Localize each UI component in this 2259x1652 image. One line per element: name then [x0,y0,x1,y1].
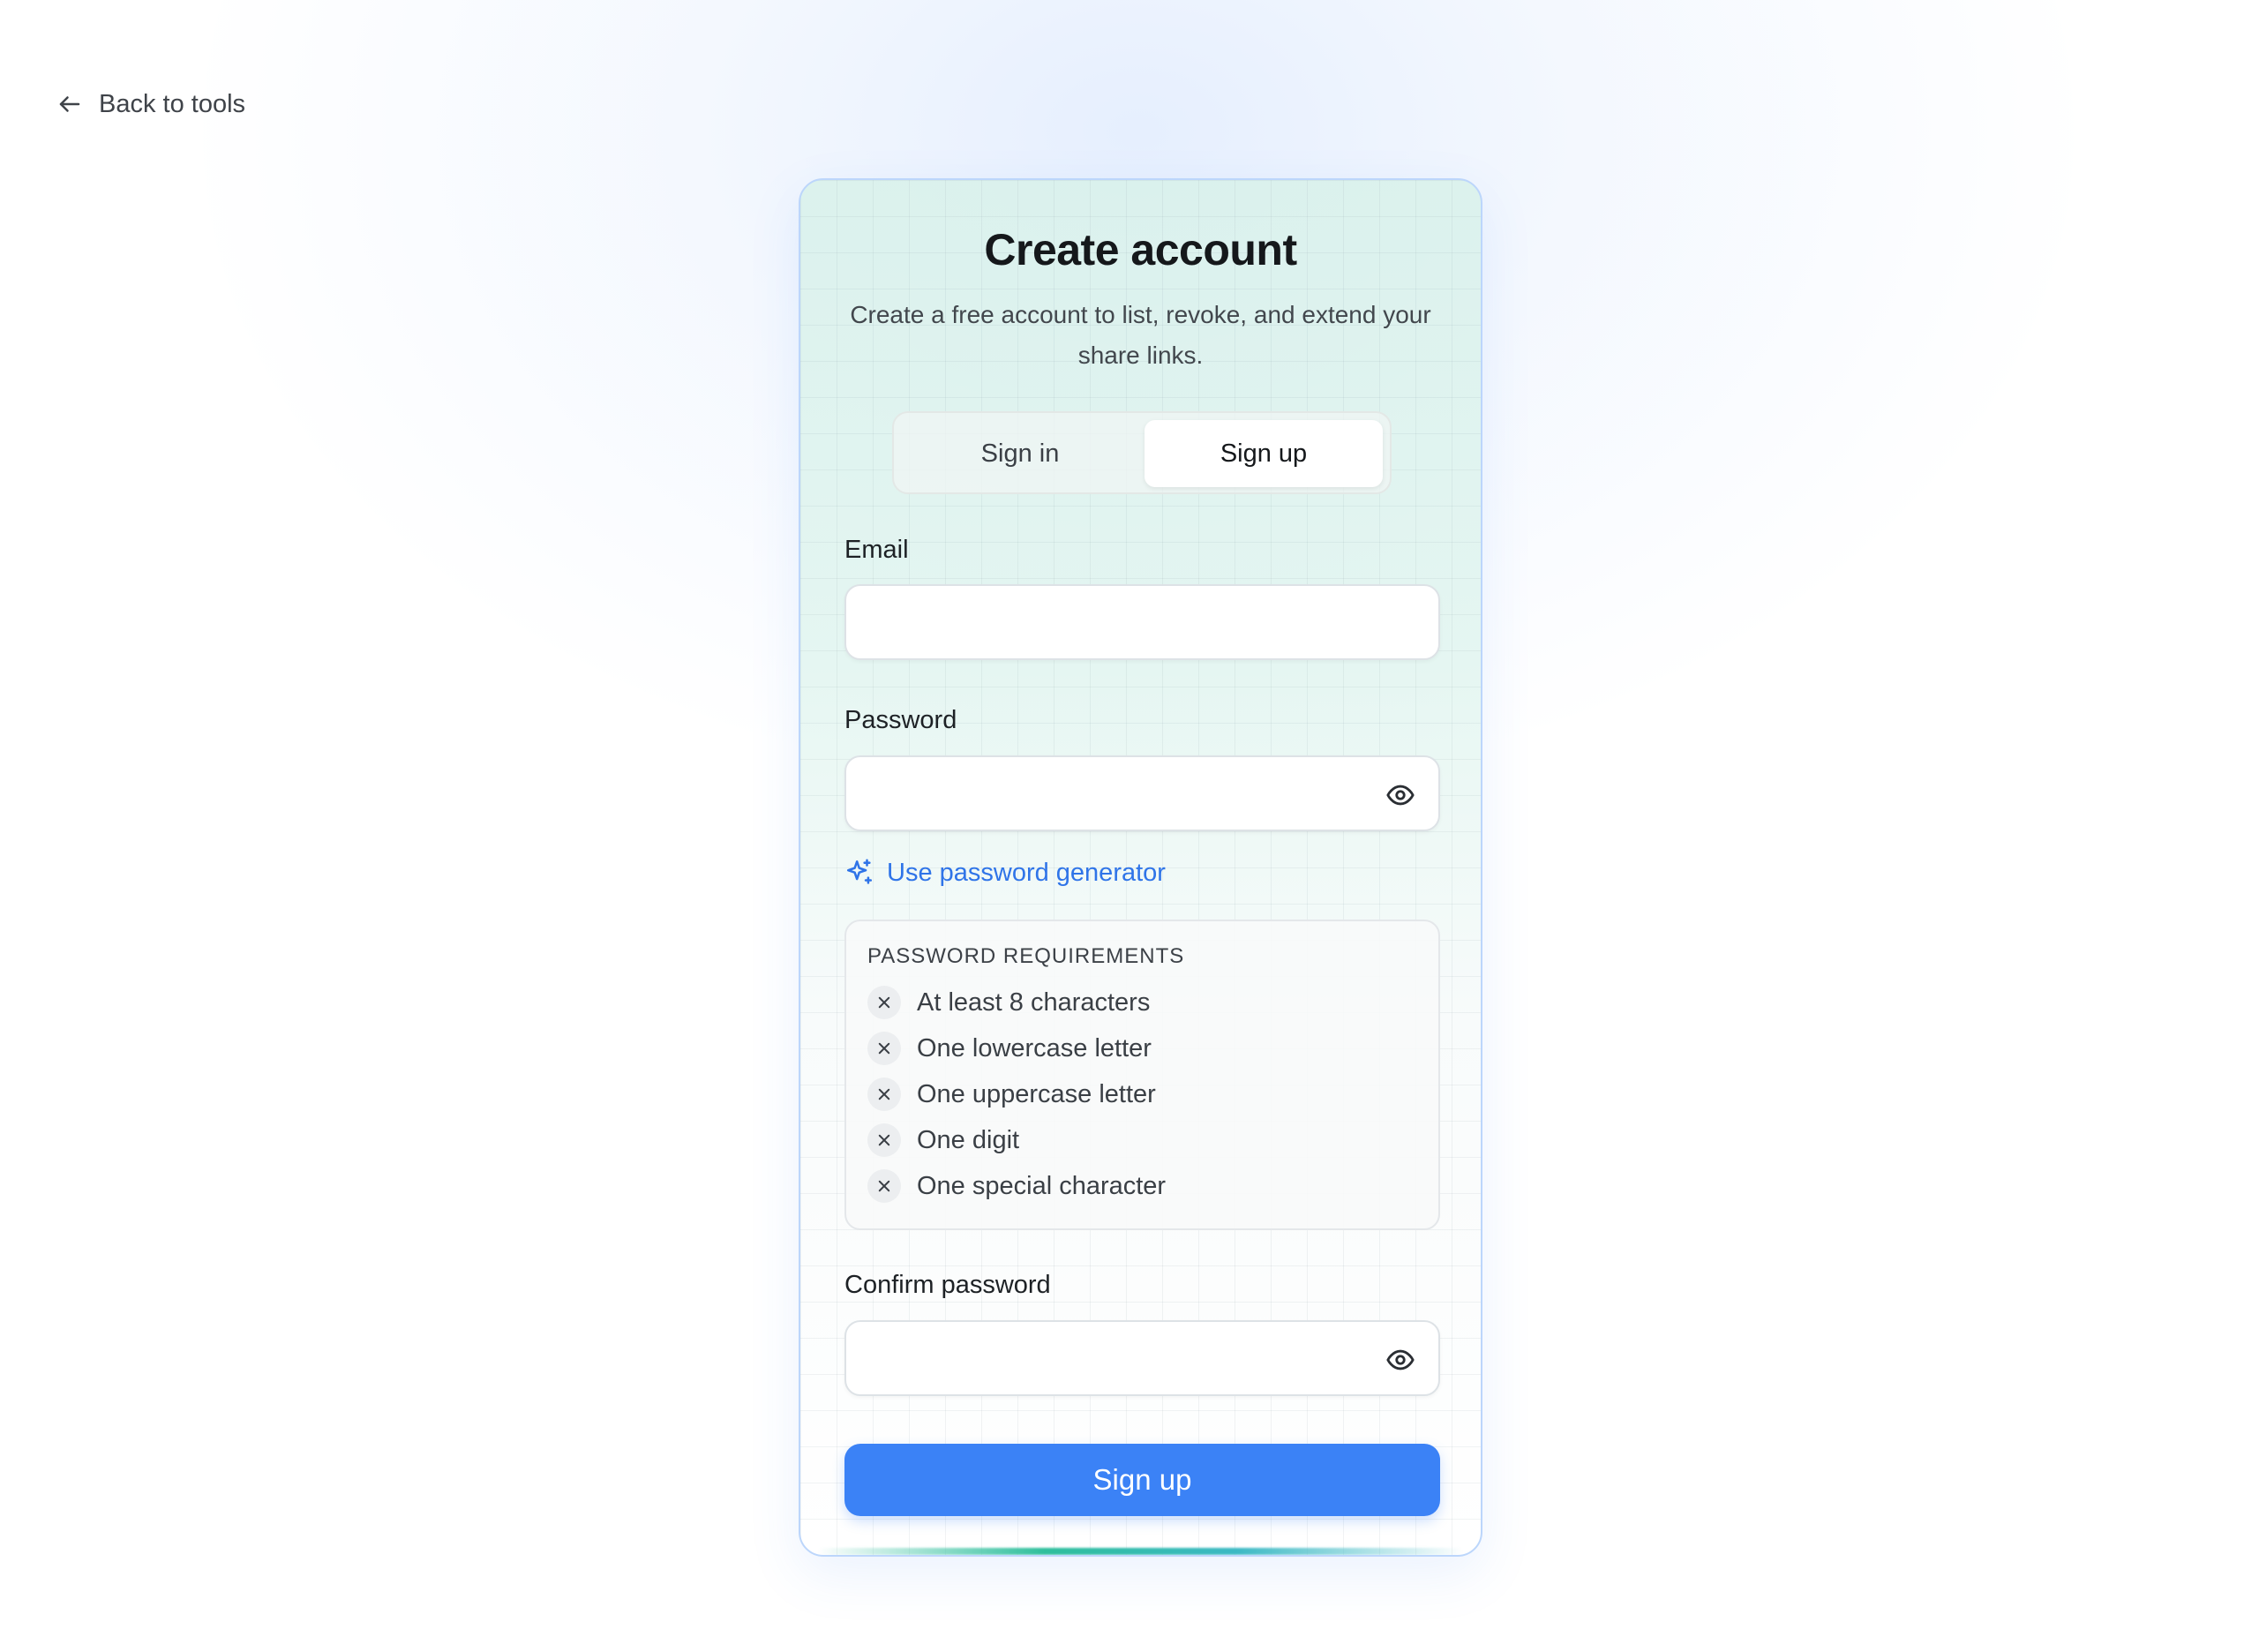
email-field-wrapper [844,584,1440,660]
tab-sign-in[interactable]: Sign in [901,420,1139,487]
page-subtitle: Create a free account to list, revoke, a… [850,301,1431,369]
auth-tabs: Sign in Sign up [892,411,1392,494]
back-to-tools-link[interactable]: Back to tools [56,86,245,122]
confirm-password-field-wrapper [844,1320,1440,1396]
password-field[interactable] [846,757,1438,830]
close-icon [867,986,901,1019]
password-generator-link[interactable]: Use password generator [844,858,1166,888]
arrow-left-icon [59,96,80,112]
requirement-item: One uppercase letter [867,1077,1156,1112]
requirements-title: PASSWORD REQUIREMENTS [867,944,1185,968]
requirement-item: One digit [867,1123,1019,1158]
password-label: Password [844,706,957,734]
confirm-password-label: Confirm password [844,1271,1051,1299]
requirement-item: At least 8 characters [867,985,1150,1020]
close-icon [867,1169,901,1203]
tab-sign-up[interactable]: Sign up [1145,420,1383,487]
email-field[interactable] [846,586,1438,658]
auth-card: Create account Create a free account to … [799,178,1482,1557]
confirm-password-field[interactable] [846,1322,1438,1394]
close-icon [867,1123,901,1157]
requirement-item: One special character [867,1168,1166,1204]
page-title: Create account [984,225,1297,274]
requirement-label: At least 8 characters [917,987,1151,1017]
password-requirements-box: PASSWORD REQUIREMENTS At least 8 charact… [844,920,1440,1230]
requirement-label: One lowercase letter [917,1033,1152,1063]
password-field-wrapper [844,755,1440,831]
eye-icon[interactable] [1385,1345,1415,1375]
password-generator-label: Use password generator [887,858,1166,887]
sparkles-icon [846,859,873,884]
email-label: Email [844,536,909,564]
close-icon [867,1032,901,1065]
requirement-label: One digit [917,1125,1020,1154]
eye-icon[interactable] [1385,780,1415,810]
sign-up-button[interactable]: Sign up [844,1444,1440,1516]
card-accent-line [818,1548,1463,1555]
requirement-label: One uppercase letter [917,1079,1156,1108]
requirement-label: One special character [917,1171,1167,1200]
back-to-tools-label: Back to tools [99,89,246,118]
requirement-item: One lowercase letter [867,1031,1152,1066]
close-icon [867,1078,901,1111]
